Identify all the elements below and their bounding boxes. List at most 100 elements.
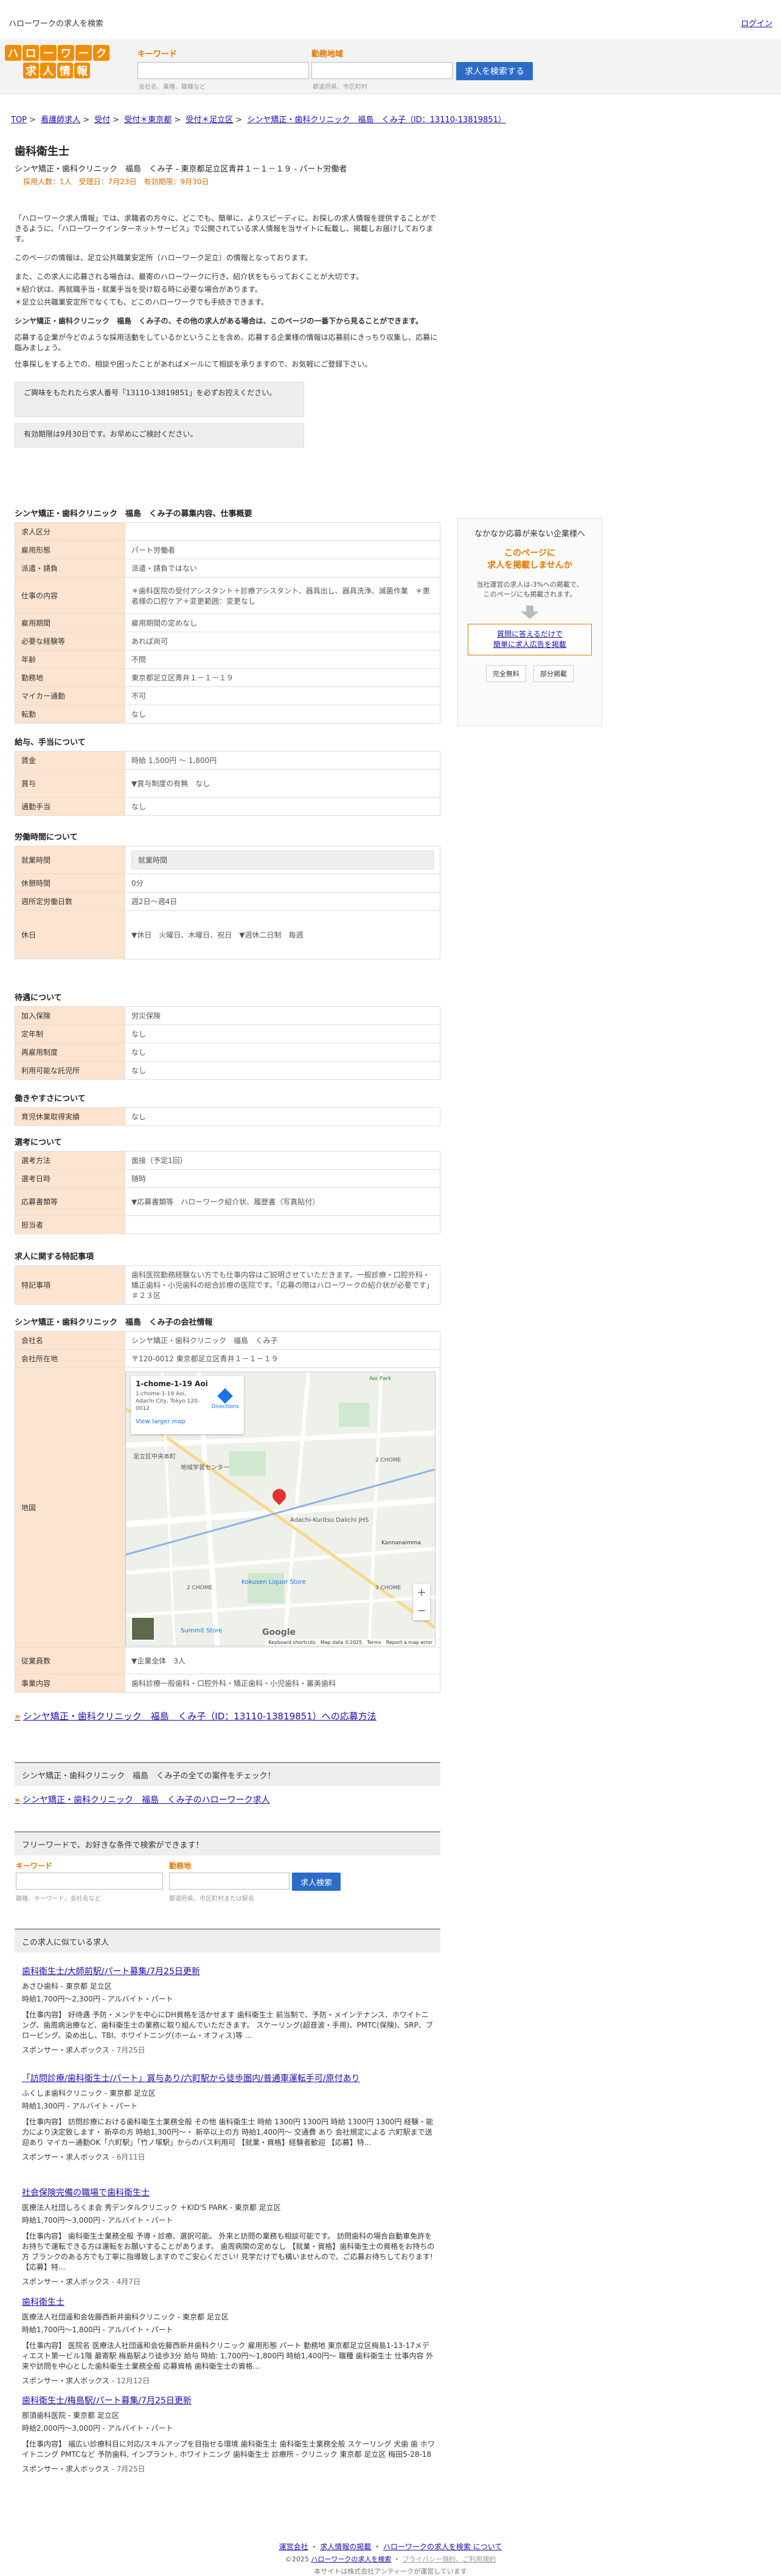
breadcrumb-item[interactable]: TOP xyxy=(11,116,27,125)
special-section: 求人に関する特記事項 特記事項 歯科医院勤務経験ない方でも仕事内容はご説明させてい… xyxy=(15,1250,440,1305)
free-post-button[interactable]: 完全無料 xyxy=(486,665,526,682)
row-value xyxy=(125,1215,440,1234)
row-value: なし xyxy=(125,705,440,723)
map-zoom-controls[interactable]: + − xyxy=(413,1584,430,1620)
logo-char: 情 xyxy=(57,63,73,78)
row-label: 会社名 xyxy=(15,1331,125,1350)
map-label: Kokusen Liquor Store xyxy=(241,1579,306,1586)
down-arrow-icon xyxy=(521,606,539,619)
related-job[interactable]: 社会保険完備の職場で歯科衛生士 医療法人社団しろくま会 秀デンタルクリニック ＋… xyxy=(22,2186,436,2287)
free-search-button[interactable]: 求人検索 xyxy=(292,1873,341,1891)
related-job[interactable]: 歯科衛生士/大師前駅/パート募集/7月25日更新 あさひ歯科 - 東京都 足立区… xyxy=(22,1965,436,2055)
sidebar-link[interactable]: 質問に答えるだけで 簡単に求人広告を掲載 xyxy=(468,624,592,655)
row-value: 歯科医院勤務経験ない方でも仕事内容はご説明させていただきます。一般診療・口腔外科… xyxy=(125,1265,440,1305)
free-keyword-hint: 職種、キーワード、会社名など xyxy=(16,1896,101,1902)
map-directions[interactable]: Directions xyxy=(211,1388,239,1410)
job-title-link[interactable]: 「訪問診療/歯科衛生士/パート」賞与あり/六町駅から徒歩圏内/普通車運転手可/原… xyxy=(22,2072,436,2084)
google-logo: Google xyxy=(262,1628,296,1637)
related-job[interactable]: 歯科衛生士/梅島駅/パート募集/7月25日更新 那須歯科医院 - 東京都 足立区… xyxy=(22,2394,436,2474)
job-title-link[interactable]: 歯科衛生士/大師前駅/パート募集/7月25日更新 xyxy=(22,1965,436,1977)
job-company: 医療法人社団しろくま会 秀デンタルクリニック ＋KID'S PARK - 東京都… xyxy=(22,2203,281,2212)
footer-link[interactable]: 求人情報の掲載 xyxy=(320,2543,371,2551)
embedded-map[interactable]: 1-chome-1-19 Aoi 1-chome-1-19 Aoi, Adach… xyxy=(125,1372,436,1646)
row-label: 求人区分 xyxy=(15,522,125,541)
row-value: 不可 xyxy=(125,686,440,705)
ease-table: 育児休業取得実績 なし xyxy=(15,1107,440,1126)
related-job[interactable]: 「訪問診療/歯科衛生士/パート」賞与あり/六町駅から徒歩圏内/普通車運転手可/原… xyxy=(22,2072,436,2162)
all-jobs-link[interactable]: » シンヤ矯正・歯科クリニック 福島 くみ子のハローワーク求人 xyxy=(15,1794,270,1806)
free-keyword-input[interactable] xyxy=(16,1873,163,1890)
row-value: 就業時間 xyxy=(125,846,440,874)
breadcrumb-item[interactable]: シンヤ矯正・歯科クリニック 福島 くみ子（ID：13110-13819851） xyxy=(247,116,506,125)
row-value: 派遣・請負ではない xyxy=(125,559,440,578)
sidebar-offer: このページに 求人を掲載しませんか xyxy=(487,548,572,570)
breadcrumb-item[interactable]: 受付 xyxy=(94,116,110,125)
footer-link[interactable]: 運営会社 xyxy=(279,2543,308,2551)
satellite-toggle[interactable] xyxy=(131,1617,155,1641)
hours-table: 就業時間 就業時間 休憩時間 0分 週所定労働日数 週2日～週4日 休日 ▼休日 火曜日… xyxy=(15,846,440,959)
row-label: 地図 xyxy=(15,1367,125,1648)
job-date: 6月11日 xyxy=(116,2153,145,2161)
map-footer-item: Map data ©2025 xyxy=(320,1640,363,1645)
sidebar-buttons: 完全無料 部分掲載 xyxy=(458,665,602,682)
job-title-link[interactable]: 歯科衛生士 xyxy=(22,2296,436,2308)
row-value: 歯科診療一般歯科・口腔外科・矯正歯科・小児歯科・審美歯科 xyxy=(125,1674,440,1693)
breadcrumb-item[interactable]: 受付＊足立区 xyxy=(186,116,233,125)
apply-method-link[interactable]: » シンヤ矯正・歯科クリニック 福島 くみ子（ID：13110-13819851）… xyxy=(15,1710,377,1722)
job-title-link[interactable]: 社会保険完備の職場で歯科衛生士 xyxy=(22,2186,436,2198)
logo-char: ワ xyxy=(58,45,74,61)
row-label: 賃金 xyxy=(15,751,125,770)
job-wage: 時給1,700円〜1,800円 - アルバイト・パート xyxy=(22,2326,173,2334)
apply-table: 選考方法 面接（予定1回） 選考日時 随時 応募書類等 ▼応募書類等 ハローワーク紹介… xyxy=(15,1151,440,1234)
free-location-input[interactable] xyxy=(169,1873,290,1890)
row-value: なし xyxy=(125,1061,440,1080)
job-sponsor: スポンサー・求人ボックス - 7月25日 xyxy=(22,2046,145,2054)
sponsor-label: スポンサー・求人ボックス xyxy=(22,2153,109,2161)
breadcrumb-item[interactable]: 看護師求人 xyxy=(41,116,80,125)
map-larger-link[interactable]: View larger map xyxy=(136,1418,239,1425)
special-table: 特記事項 歯科医院勤務経験ない方でも仕事内容はご説明させていただきます。一般診療・… xyxy=(15,1265,440,1305)
search-button[interactable]: 求人を検索する xyxy=(456,62,533,80)
free-keyword-label: キーワード xyxy=(16,1862,53,1870)
row-label: 転勤 xyxy=(15,705,125,723)
map-address-title: 1-chome-1-19 Aoi xyxy=(136,1380,208,1388)
department-button[interactable]: 部分掲載 xyxy=(533,665,574,682)
map-label: Adachi-Kuritsu Daiichi JHS xyxy=(290,1517,369,1524)
page-title: 歯科衛生士 xyxy=(15,145,69,158)
login-link[interactable]: ログイン xyxy=(741,17,772,29)
map-footer-item[interactable]: Terms xyxy=(367,1640,381,1645)
footer-policy-link[interactable]: プライバシー規約、ご利用規約 xyxy=(402,2555,496,2563)
intro-text: 「ハローワーク求人情報」では、求職者の方々に、どこでも、簡単に、よりスピーディに… xyxy=(15,213,440,370)
keyword-input[interactable] xyxy=(137,62,309,79)
map-footer-item[interactable]: Keyboard shortcuts xyxy=(268,1640,315,1645)
zoom-out-icon[interactable]: − xyxy=(413,1602,430,1620)
map-footer-item[interactable]: Report a map error xyxy=(386,1640,432,1645)
job-wage: 時給2,000円〜3,000円 - アルバイト・パート xyxy=(22,2424,173,2433)
job-description: 【仕事内容】 福広い診療科目に対応/スキルアップを目指せる環境 歯科衛生士 歯科… xyxy=(22,2440,435,2459)
apply-section: 選考について 選考方法 面接（予定1回） 選考日時 随時 応募書類等 ▼応募書類等 ハ… xyxy=(15,1136,440,1234)
logo-char: 求 xyxy=(23,63,39,78)
job-description: 【仕事内容】 歯科衛生士業務全般 予導・診療、選択可能。 外来と訪問の業務も相談… xyxy=(22,2232,435,2271)
row-value: 〒120-0012 東京都足立区青井１－１－１９ xyxy=(125,1349,440,1368)
map-label: Aoi Park xyxy=(369,1376,392,1382)
footer-link[interactable]: ハローワークの求人を検索 について xyxy=(383,2543,502,2551)
keyword-hint: 会社名、業種、職種など xyxy=(139,84,206,91)
logo-char: ロ xyxy=(23,45,39,61)
job-title-link[interactable]: 歯科衛生士/梅島駅/パート募集/7月25日更新 xyxy=(22,2394,436,2406)
row-label: 従業員数 xyxy=(15,1647,125,1674)
zoom-in-icon[interactable]: + xyxy=(413,1584,430,1602)
directions-icon xyxy=(217,1388,234,1404)
footer-home-link[interactable]: ハローワークの求人を検索 xyxy=(311,2555,391,2563)
job-meta: 採用人数：1人 受理日：7月23日 有効期限：9月30日 xyxy=(23,178,209,186)
related-job[interactable]: 歯科衛生士 医療法人社団遥和会佐藤西新井歯科クリニック - 東京都 足立区 時給… xyxy=(22,2296,436,2386)
keyword-label: キーワード xyxy=(137,50,178,59)
job-date: 4月7日 xyxy=(116,2277,141,2286)
breadcrumb-item[interactable]: 受付＊東京都 xyxy=(124,116,172,125)
sidebar-heading: なかなか応募が来ない企業様へ xyxy=(474,530,585,539)
location-input[interactable] xyxy=(311,62,453,79)
section-title: 待遇について xyxy=(15,993,62,1003)
directions-label: Directions xyxy=(211,1404,239,1410)
logo[interactable]: ハ ロ ー ワ ー ク 求 人 情 報 xyxy=(5,45,111,79)
map-label: Kannanaimma xyxy=(381,1540,421,1546)
row-label: 会社所在地 xyxy=(15,1349,125,1368)
